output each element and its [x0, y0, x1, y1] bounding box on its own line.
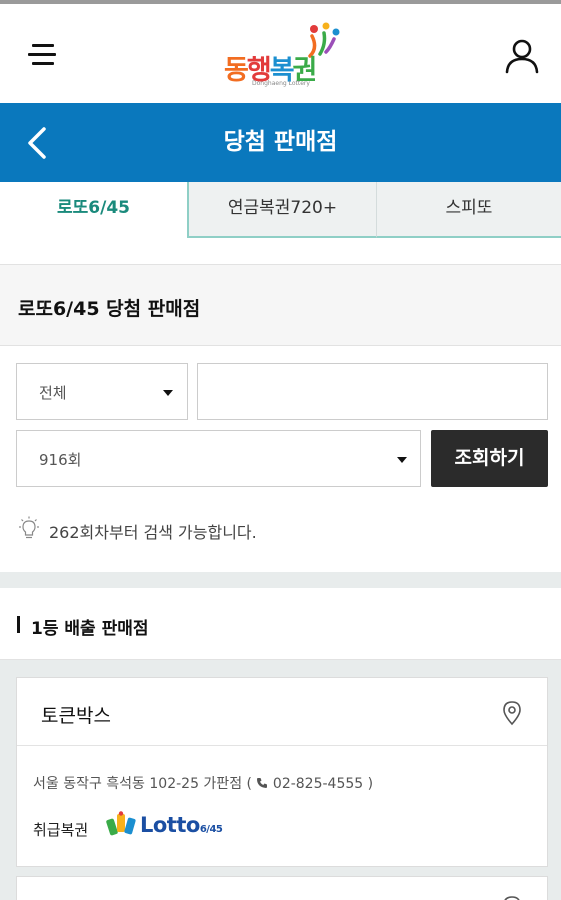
app-header: 동행복권 Donghaeng Lottery	[0, 4, 561, 103]
search-form: 전체 916회 조회하기 262회차부터 검색 가능합니다.	[0, 346, 561, 572]
section-title: 로또6/45 당첨 판매점	[18, 298, 201, 320]
hamburger-menu-icon[interactable]	[24, 40, 60, 70]
keyword-input[interactable]	[197, 363, 548, 420]
store-card-header: 토큰박스	[17, 678, 547, 746]
lotto645-logo: Lotto6/45	[106, 811, 226, 841]
heading-bar	[17, 616, 20, 633]
store-card[interactable]: 토큰박스 서울 동작구 흑석동 102-25 가판점 ( 02-825-4555…	[16, 677, 548, 867]
logo-subtitle: Donghaeng Lottery	[252, 80, 310, 87]
tab-pension720[interactable]: 연금복권720+	[189, 182, 377, 238]
phone-paren-open: (	[246, 776, 257, 792]
results-title: 1등 배출 판매점	[31, 619, 149, 639]
section-divider	[0, 572, 561, 588]
caret-down-icon	[397, 457, 407, 463]
user-icon[interactable]	[504, 38, 540, 74]
results-header: 1등 배출 판매점	[0, 588, 561, 660]
search-button[interactable]: 조회하기	[431, 430, 548, 487]
search-hint: 262회차부터 검색 가능합니다.	[49, 523, 257, 542]
round-select[interactable]: 916회	[16, 430, 421, 487]
phone-paren-close: )	[363, 776, 374, 792]
round-select-value: 916회	[39, 451, 82, 469]
lotto-wordmark: Lotto6/45	[140, 813, 223, 837]
spacer	[0, 238, 561, 264]
region-select-value: 전체	[39, 384, 67, 402]
region-select[interactable]: 전체	[16, 363, 188, 420]
page-title: 당첨 판매점	[223, 129, 338, 155]
lotto-mark-icon	[106, 811, 136, 836]
store-card[interactable]	[16, 876, 548, 900]
store-address: 서울 동작구 흑석동 102-25 가판점	[33, 776, 243, 792]
store-name: 토큰박스	[41, 705, 111, 727]
chevron-left-icon[interactable]	[22, 123, 54, 163]
map-pin-icon[interactable]	[501, 700, 523, 726]
store-phone[interactable]: 02-825-4555	[273, 776, 363, 792]
tab-speetto[interactable]: 스피또	[377, 182, 561, 238]
tab-lotto645[interactable]: 로또6/45	[0, 182, 189, 238]
store-address-line: 서울 동작구 흑석동 102-25 가판점 ( 02-825-4555 )	[33, 773, 373, 793]
lottery-type-label: 취급복권	[33, 821, 89, 839]
section-header: 로또6/45 당첨 판매점	[0, 264, 561, 346]
lottery-type-tabs: 로또6/45 연금복권720+ 스피또	[0, 182, 561, 238]
donghaeng-lottery-logo[interactable]: 동행복권 Donghaeng Lottery	[222, 22, 342, 90]
phone-icon	[257, 778, 268, 788]
map-pin-icon[interactable]	[501, 895, 523, 900]
lightbulb-icon	[19, 516, 39, 539]
page-title-bar: 당첨 판매점	[0, 103, 561, 182]
caret-down-icon	[163, 390, 173, 396]
